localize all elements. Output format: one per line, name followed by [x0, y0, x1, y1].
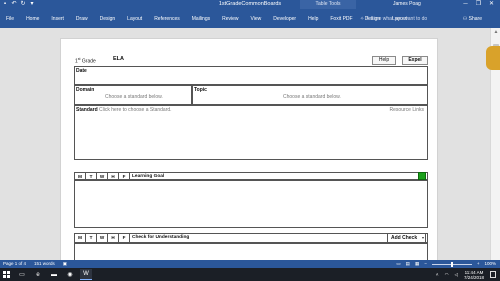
window-controls: ─ ❐ ✕ [459, 0, 498, 9]
learning-goal-row: M T W H F Learning Goal [74, 172, 428, 180]
zoom-in-icon[interactable]: + [477, 260, 480, 268]
file-explorer-icon[interactable]: ▬ [48, 269, 60, 280]
document-workspace: 1st Grade ELA Help Expel Date Domain Cho… [0, 28, 490, 273]
scroll-up-icon[interactable]: ▲ [491, 28, 500, 36]
tab-help[interactable]: Help [302, 15, 324, 23]
side-panel-handle[interactable] [486, 46, 500, 70]
day-friday[interactable]: F [119, 173, 130, 179]
zoom-slider[interactable] [431, 261, 472, 267]
domain-placeholder[interactable]: Choose a standard below. [105, 94, 163, 101]
minimize-button[interactable]: ─ [459, 0, 472, 9]
day-friday[interactable]: F [119, 234, 130, 242]
share-icon: ⚇ [462, 16, 468, 22]
day-tuesday[interactable]: T [86, 234, 97, 242]
web-layout-icon[interactable]: ▦ [415, 260, 419, 268]
zoom-slider-knob[interactable] [450, 261, 453, 267]
tab-foxit-pdf[interactable]: Foxit PDF [324, 15, 358, 23]
tab-developer[interactable]: Developer [267, 15, 302, 23]
network-icon[interactable]: ◠ [445, 272, 449, 278]
domain-cell[interactable]: Domain Choose a standard below. [74, 85, 192, 105]
tab-view[interactable]: View [245, 15, 268, 23]
help-button[interactable]: Help [372, 56, 396, 65]
system-tray: ˄ ◠ ◁ 11:44 AM 7/24/2018 [436, 268, 496, 281]
clock-time: 11:44 AM [464, 269, 484, 275]
chevron-down-icon: ▾ [421, 235, 424, 240]
clock-date: 7/24/2018 [463, 274, 484, 280]
volume-icon[interactable]: ◁ [455, 272, 458, 278]
user-name[interactable]: James Poag [393, 1, 421, 8]
read-mode-icon[interactable]: ▭ [396, 260, 400, 268]
tab-design[interactable]: Design [94, 15, 122, 23]
page-count[interactable]: Page 1 of 4 [3, 260, 26, 268]
standard-label: Standard [76, 107, 98, 113]
check-understanding-row: M T W H F Check for Understanding [74, 233, 428, 243]
tab-insert[interactable]: Insert [45, 15, 70, 23]
document-page[interactable]: 1st Grade ELA Help Expel Date Domain Cho… [60, 38, 438, 273]
tray-chevron-icon[interactable]: ˄ [436, 272, 439, 277]
table-tools-context-label: Table Tools [300, 0, 356, 9]
word-app-icon[interactable]: W [80, 269, 92, 280]
word-count[interactable]: 151 words [34, 260, 55, 268]
resource-links[interactable]: Resource Links [390, 107, 424, 114]
tab-home[interactable]: Home [20, 15, 45, 23]
grade-heading: 1st Grade [75, 57, 96, 65]
tab-review[interactable]: Review [216, 15, 244, 23]
topic-placeholder[interactable]: Choose a standard below. [283, 94, 341, 101]
chrome-icon[interactable]: ◉ [64, 269, 76, 280]
clock[interactable]: 11:44 AM 7/24/2018 [464, 270, 484, 280]
share-button[interactable]: ⚇ Share [463, 15, 482, 23]
windows-taskbar: ▭ e ▬ ◉ W ˄ ◠ ◁ 11:44 AM 7/24/2018 [0, 268, 500, 281]
topic-label: Topic [194, 87, 207, 93]
taskbar-apps: ▭ e ▬ ◉ W [16, 269, 92, 280]
day-monday[interactable]: M [75, 173, 86, 179]
zoom-level[interactable]: 100% [484, 260, 496, 268]
standard-cell[interactable]: Standard Click here to choose a Standard… [74, 105, 428, 160]
zoom-out-icon[interactable]: − [424, 260, 427, 268]
topic-cell[interactable]: Topic Choose a standard below. [192, 85, 428, 105]
learning-goal-body[interactable] [74, 180, 428, 228]
close-button[interactable]: ✕ [485, 0, 498, 9]
print-layout-icon[interactable]: ▤ [406, 260, 410, 268]
standard-placeholder[interactable]: Click here to choose a Standard. [99, 107, 172, 114]
day-tuesday[interactable]: T [86, 173, 97, 179]
document-title: 1stGradeCommonBoards [218, 1, 282, 7]
restore-button[interactable]: ❐ [472, 0, 485, 9]
tell-me-search[interactable]: ✧ Tell me what you want to do [360, 15, 427, 23]
edge-browser-icon[interactable]: e [32, 269, 44, 280]
date-cell[interactable]: Date [74, 66, 428, 85]
lightbulb-icon: ✧ [360, 16, 365, 22]
expel-button[interactable]: Expel [402, 56, 428, 65]
tab-mailings[interactable]: Mailings [186, 15, 216, 23]
day-monday[interactable]: M [75, 234, 86, 242]
tab-layout[interactable]: Layout [121, 15, 148, 23]
windows-start-icon[interactable] [3, 271, 10, 278]
day-thursday[interactable]: H [108, 173, 119, 179]
add-check-dropdown[interactable]: Add Check ▾ [387, 233, 426, 243]
task-view-icon[interactable]: ▭ [16, 269, 28, 280]
learning-goal-add-button[interactable] [418, 172, 426, 180]
day-wednesday[interactable]: W [97, 173, 108, 179]
check-understanding-label: Check for Understanding [132, 235, 190, 240]
day-wednesday[interactable]: W [97, 234, 108, 242]
domain-label: Domain [76, 87, 95, 93]
day-thursday[interactable]: H [108, 234, 119, 242]
tell-me-text: Tell me what you want to do [365, 16, 428, 22]
title-bar: ▪ ↶ ↻ ▾ 1stGradeCommonBoards Table Tools… [0, 0, 500, 9]
date-label: Date [76, 68, 87, 74]
proofing-icon[interactable]: ▣ [63, 260, 67, 268]
tab-references[interactable]: References [148, 15, 186, 23]
subject-heading: ELA [113, 56, 124, 62]
add-check-label: Add Check [391, 235, 418, 241]
tab-file[interactable]: File [0, 15, 20, 23]
tab-draw[interactable]: Draw [70, 15, 94, 23]
share-label: Share [468, 16, 482, 22]
status-bar: Page 1 of 4 151 words ▣ ▭ ▤ ▦ − + 100% [0, 260, 500, 268]
notifications-icon[interactable] [490, 271, 496, 278]
ribbon-tabs: File Home Insert Draw Design Layout Refe… [0, 15, 413, 23]
learning-goal-label: Learning Goal [132, 174, 165, 179]
ribbon: File Home Insert Draw Design Layout Refe… [0, 9, 500, 28]
